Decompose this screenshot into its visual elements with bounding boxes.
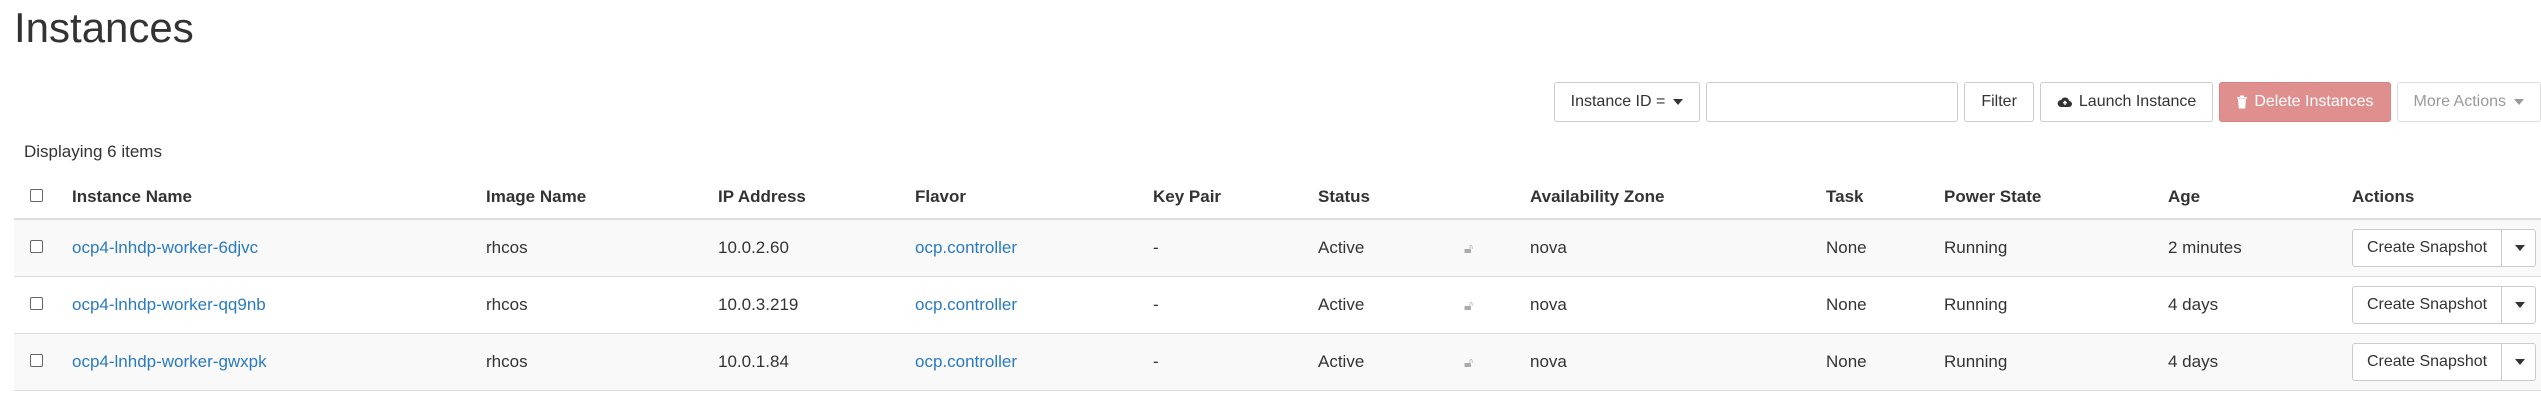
age: 2 minutes [2168,219,2352,277]
status: Active [1318,276,1464,334]
status: Active [1318,219,1464,277]
table-header-row: Instance Name Image Name IP Address Flav… [14,176,2541,220]
create-snapshot-button[interactable]: Create Snapshot [2352,343,2503,381]
chevron-down-icon [2514,245,2525,251]
column-header: Actions [2352,176,2541,220]
row-actions: Create Snapshot [2352,286,2541,324]
row-checkbox[interactable] [30,354,43,367]
instances-table: Instance Name Image Name IP Address Flav… [14,176,2541,391]
image-name: rhcos [486,333,718,391]
image-name: rhcos [486,276,718,334]
column-header[interactable]: Image Name [486,176,718,220]
column-header[interactable]: Instance Name [72,176,486,220]
table-row: ocp4-lnhdp-worker-qq9nb rhcos 10.0.3.219… [14,276,2541,334]
page-title: Instances [14,4,194,51]
column-header[interactable]: Flavor [915,176,1153,220]
row-actions-dropdown[interactable] [2502,286,2537,324]
task: None [1826,333,1944,391]
unlocked-icon: 🔓︎ [1464,354,1474,370]
power-state: Running [1944,219,2168,277]
filter-field-dropdown[interactable]: Instance ID = [1553,82,1701,122]
chevron-down-icon [2514,302,2525,308]
filter-input[interactable] [1706,82,1959,122]
power-state: Running [1944,276,2168,334]
task: None [1826,219,1944,277]
flavor-link[interactable]: ocp.controller [915,295,1017,314]
instance-name-link[interactable]: ocp4-lnhdp-worker-qq9nb [72,295,266,314]
column-header[interactable]: Status [1318,176,1464,220]
filter-field-label: Instance ID = [1570,93,1666,110]
table-toolbar: Instance ID = Filter Launch Instance Del… [1553,82,2541,122]
age: 4 days [2168,276,2352,334]
column-header[interactable]: Key Pair [1153,176,1318,220]
table-row: ocp4-lnhdp-worker-6djvc rhcos 10.0.2.60 … [14,219,2541,277]
ip-address: 10.0.2.60 [718,219,915,277]
chevron-down-icon [2514,99,2524,105]
create-snapshot-button[interactable]: Create Snapshot [2352,286,2503,324]
column-header[interactable]: IP Address [718,176,915,220]
availability-zone: nova [1530,219,1826,277]
availability-zone: nova [1530,333,1826,391]
row-actions: Create Snapshot [2352,229,2541,267]
column-header[interactable]: Task [1826,176,1944,220]
chevron-down-icon [1673,99,1684,105]
column-header[interactable]: Availability Zone [1530,176,1826,220]
chevron-down-icon [2514,359,2525,365]
unlocked-icon: 🔓︎ [1464,240,1474,256]
column-header[interactable]: Age [2168,176,2352,220]
launch-instance-label: Launch Instance [2078,93,2197,110]
column-header[interactable]: Power State [1944,176,2168,220]
unlocked-icon: 🔓︎ [1464,297,1474,313]
age: 4 days [2168,333,2352,391]
filter-button[interactable]: Filter [1964,82,2034,122]
more-actions-label: More Actions [2413,93,2506,110]
instance-name-link[interactable]: ocp4-lnhdp-worker-gwxpk [72,352,267,371]
ip-address: 10.0.3.219 [718,276,915,334]
row-checkbox[interactable] [30,240,43,253]
trash-icon [2237,95,2248,109]
select-all-checkbox[interactable] [30,189,43,202]
instance-name-link[interactable]: ocp4-lnhdp-worker-6djvc [72,238,258,257]
flavor-link[interactable]: ocp.controller [915,352,1017,371]
create-snapshot-button[interactable]: Create Snapshot [2352,229,2503,267]
delete-instances-label: Delete Instances [2254,93,2374,110]
ip-address: 10.0.1.84 [718,333,915,391]
key-pair: - [1153,276,1318,334]
power-state: Running [1944,333,2168,391]
key-pair: - [1153,333,1318,391]
row-actions: Create Snapshot [2352,343,2541,381]
task: None [1826,276,1944,334]
launch-instance-button[interactable]: Launch Instance [2039,82,2214,122]
row-checkbox[interactable] [30,297,43,310]
items-count: Displaying 6 items [24,142,162,161]
more-actions-button[interactable]: More Actions [2396,82,2541,122]
table-row: ocp4-lnhdp-worker-gwxpk rhcos 10.0.1.84 … [14,333,2541,391]
row-actions-dropdown[interactable] [2502,229,2537,267]
image-name: rhcos [486,219,718,277]
availability-zone: nova [1530,276,1826,334]
key-pair: - [1153,219,1318,277]
flavor-link[interactable]: ocp.controller [915,238,1017,257]
row-actions-dropdown[interactable] [2502,343,2537,381]
delete-instances-button[interactable]: Delete Instances [2219,82,2391,122]
status: Active [1318,333,1464,391]
cloud-upload-icon [2057,97,2072,107]
